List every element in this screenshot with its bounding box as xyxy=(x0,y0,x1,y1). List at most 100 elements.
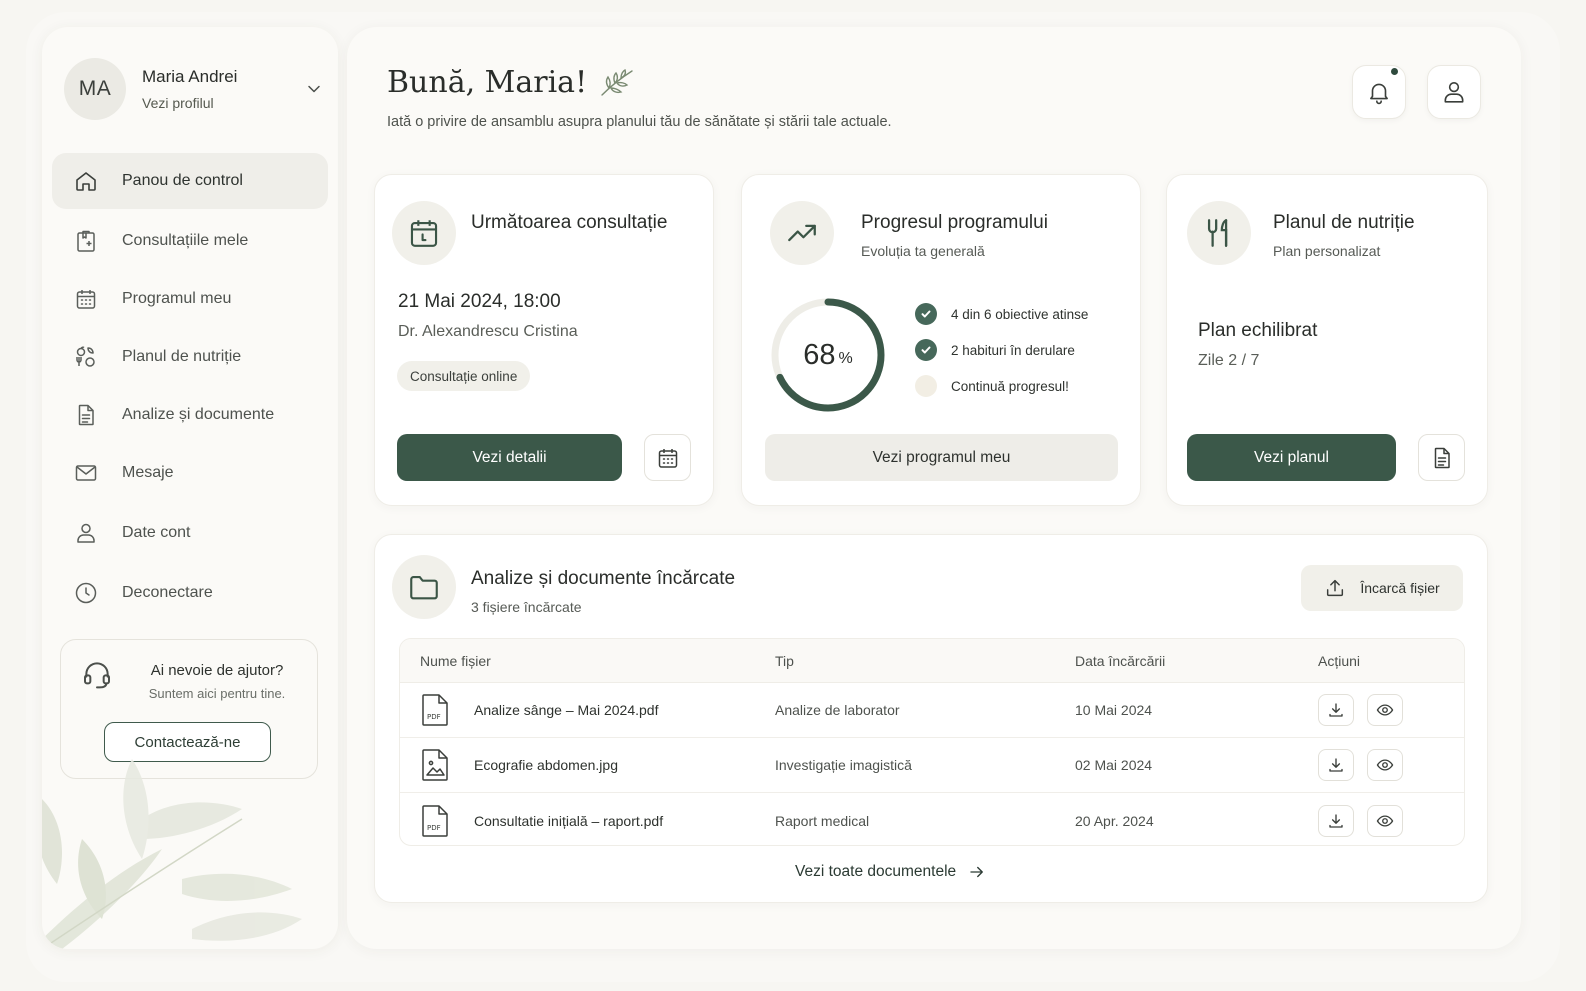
upload-label: Încarcă fișier xyxy=(1360,580,1440,596)
goal-status-dot xyxy=(915,339,937,361)
svg-text:PDF: PDF xyxy=(427,713,441,721)
table-row[interactable]: PDF Analize sânge – Mai 2024.pdf Analize… xyxy=(400,683,1464,738)
file-type: Analize de laborator xyxy=(775,702,900,718)
consultation-type-badge: Consultație online xyxy=(397,361,531,391)
sidebar-item-label: Analize și documente xyxy=(122,406,275,423)
eye-icon xyxy=(1376,704,1394,716)
table-row[interactable]: PDF Consultatie inițială – raport.pdf Ra… xyxy=(400,793,1464,845)
sidebar-item-documents[interactable]: Analize și documente xyxy=(52,387,328,443)
leaves-decoration xyxy=(42,759,302,949)
folder-icon xyxy=(410,576,438,600)
add-to-calendar-button[interactable] xyxy=(644,434,691,481)
progress-percent-value: 68 xyxy=(803,338,836,371)
preview-button[interactable] xyxy=(1367,804,1403,837)
download-button[interactable] xyxy=(1318,804,1354,837)
calendar-icon xyxy=(76,290,96,309)
sidebar-item-label: Mesaje xyxy=(122,464,174,481)
consultation-doctor: Dr. Alexandrescu Cristina xyxy=(398,323,578,340)
preview-button[interactable] xyxy=(1367,749,1403,781)
nutrition-card: Planul de nutriție Plan personalizat Pla… xyxy=(1166,174,1488,506)
file-date: 20 Apr. 2024 xyxy=(1075,812,1154,829)
mail-icon xyxy=(75,465,97,481)
file-name: Consultatie inițială – raport.pdf xyxy=(474,812,664,829)
sidebar-item-dashboard[interactable]: Panou de control xyxy=(52,153,328,209)
notifications-button[interactable] xyxy=(1352,65,1406,119)
file-type: Investigație imagistică xyxy=(775,757,912,773)
plan-document-button[interactable] xyxy=(1418,434,1465,481)
progress-subtitle: Evoluția ta generală xyxy=(861,243,985,259)
nutrition-title: Planul de nutriție xyxy=(1273,212,1415,233)
view-details-button[interactable]: Vezi detalii xyxy=(397,434,622,481)
profile-menu[interactable]: MA Maria Andrei Vezi profilul xyxy=(64,57,324,121)
notification-dot xyxy=(1391,68,1398,75)
goal-item: 2 habituri în derulare xyxy=(915,339,1075,361)
pdf-file-icon: PDF xyxy=(422,804,448,837)
file-date: 10 Mai 2024 xyxy=(1075,702,1153,718)
folder-icon-circle xyxy=(392,555,456,619)
svg-text:PDF: PDF xyxy=(427,824,441,832)
sidebar-item-label: Deconectare xyxy=(122,584,213,601)
file-type: Raport medical xyxy=(775,812,870,829)
documents-table: Nume fișier Tip Data încărcării Acțiuni … xyxy=(399,638,1465,846)
clipboard-icon xyxy=(77,230,95,252)
file-name: Analize sânge – Mai 2024.pdf xyxy=(474,702,659,718)
nutrition-icon xyxy=(76,346,95,367)
file-date: 02 Mai 2024 xyxy=(1075,757,1153,773)
calendar-icon xyxy=(410,220,438,247)
consultation-title: Următoarea consultație xyxy=(471,212,668,233)
documents-title: Analize și documente încărcate xyxy=(471,568,736,589)
page-subtitle: Iată o privire de ansamblu asupra planul… xyxy=(387,114,892,130)
view-plan-button[interactable]: Vezi planul xyxy=(1187,434,1396,481)
download-button[interactable] xyxy=(1318,694,1354,726)
sidebar-item-messages[interactable]: Mesaje xyxy=(52,445,328,501)
consultation-card: Următoarea consultație 21 Mai 2024, 18:0… xyxy=(374,174,714,506)
table-header: Nume fișier Tip Data încărcării Acțiuni xyxy=(400,639,1464,683)
download-icon xyxy=(1329,813,1343,828)
leaf-icon xyxy=(601,68,633,96)
contact-button[interactable]: Contactează-ne xyxy=(104,722,271,762)
sidebar-item-schedule[interactable]: Programul meu xyxy=(52,271,328,327)
upload-file-button[interactable]: Încarcă fișier xyxy=(1301,565,1463,611)
profile-name: Maria Andrei xyxy=(142,67,238,86)
column-header: Tip xyxy=(775,652,794,669)
sidebar-item-account[interactable]: Date cont xyxy=(52,505,328,561)
view-all-documents-link[interactable]: Vezi toate documentele xyxy=(795,863,986,881)
cutlery-icon xyxy=(1207,219,1228,247)
column-header: Nume fișier xyxy=(420,652,491,669)
download-button[interactable] xyxy=(1318,749,1354,781)
goals-list: 4 din 6 obiective atinse 2 habituri în d… xyxy=(915,303,1125,413)
nutrition-plan-days: Zile 2 / 7 xyxy=(1198,352,1260,369)
preview-button[interactable] xyxy=(1367,694,1403,726)
goal-item: Continuă progresul! xyxy=(915,375,1069,397)
sidebar-item-nutrition[interactable]: Planul de nutriție xyxy=(52,329,328,385)
documents-card: Analize și documente încărcate 3 fișiere… xyxy=(374,534,1488,903)
documents-count: 3 fișiere încărcate xyxy=(471,599,582,615)
help-title: Ai nevoie de ajutor? xyxy=(150,662,284,679)
sidebar-item-consultations[interactable]: Consultațiile mele xyxy=(52,213,328,269)
view-program-button[interactable]: Vezi programul meu xyxy=(765,434,1118,481)
cutlery-icon-circle xyxy=(1187,201,1251,265)
sidebar-item-logout[interactable]: Deconectare xyxy=(52,565,328,621)
bell-icon xyxy=(1370,83,1388,105)
chevron-down-icon[interactable] xyxy=(304,79,324,99)
view-profile-link[interactable]: Vezi profilul xyxy=(142,95,304,111)
view-all-label: Vezi toate documentele xyxy=(795,863,957,880)
column-header: Data încărcării xyxy=(1075,652,1166,669)
image-file-icon xyxy=(422,749,448,781)
eye-icon xyxy=(1376,814,1394,827)
goal-text: Continuă progresul! xyxy=(951,378,1069,394)
upload-icon xyxy=(1327,579,1344,597)
arrow-right-icon xyxy=(970,866,984,878)
table-row[interactable]: Ecografie abdomen.jpg Investigație imagi… xyxy=(400,738,1464,793)
help-subtitle: Suntem aici pentru tine. xyxy=(148,686,286,701)
nutrition-subtitle: Plan personalizat xyxy=(1273,243,1381,259)
goal-text: 4 din 6 obiective atinse xyxy=(951,306,1089,322)
document-icon xyxy=(78,404,94,426)
trending-up-icon xyxy=(788,224,816,242)
goal-status-dot xyxy=(915,303,937,325)
main-content: Bună, Maria! Iată o privire de ansamblu … xyxy=(347,27,1521,949)
progress-percent-sign: % xyxy=(838,350,853,367)
sidebar-item-label: Programul meu xyxy=(122,290,232,307)
download-icon xyxy=(1329,703,1343,717)
account-button[interactable] xyxy=(1427,65,1481,119)
